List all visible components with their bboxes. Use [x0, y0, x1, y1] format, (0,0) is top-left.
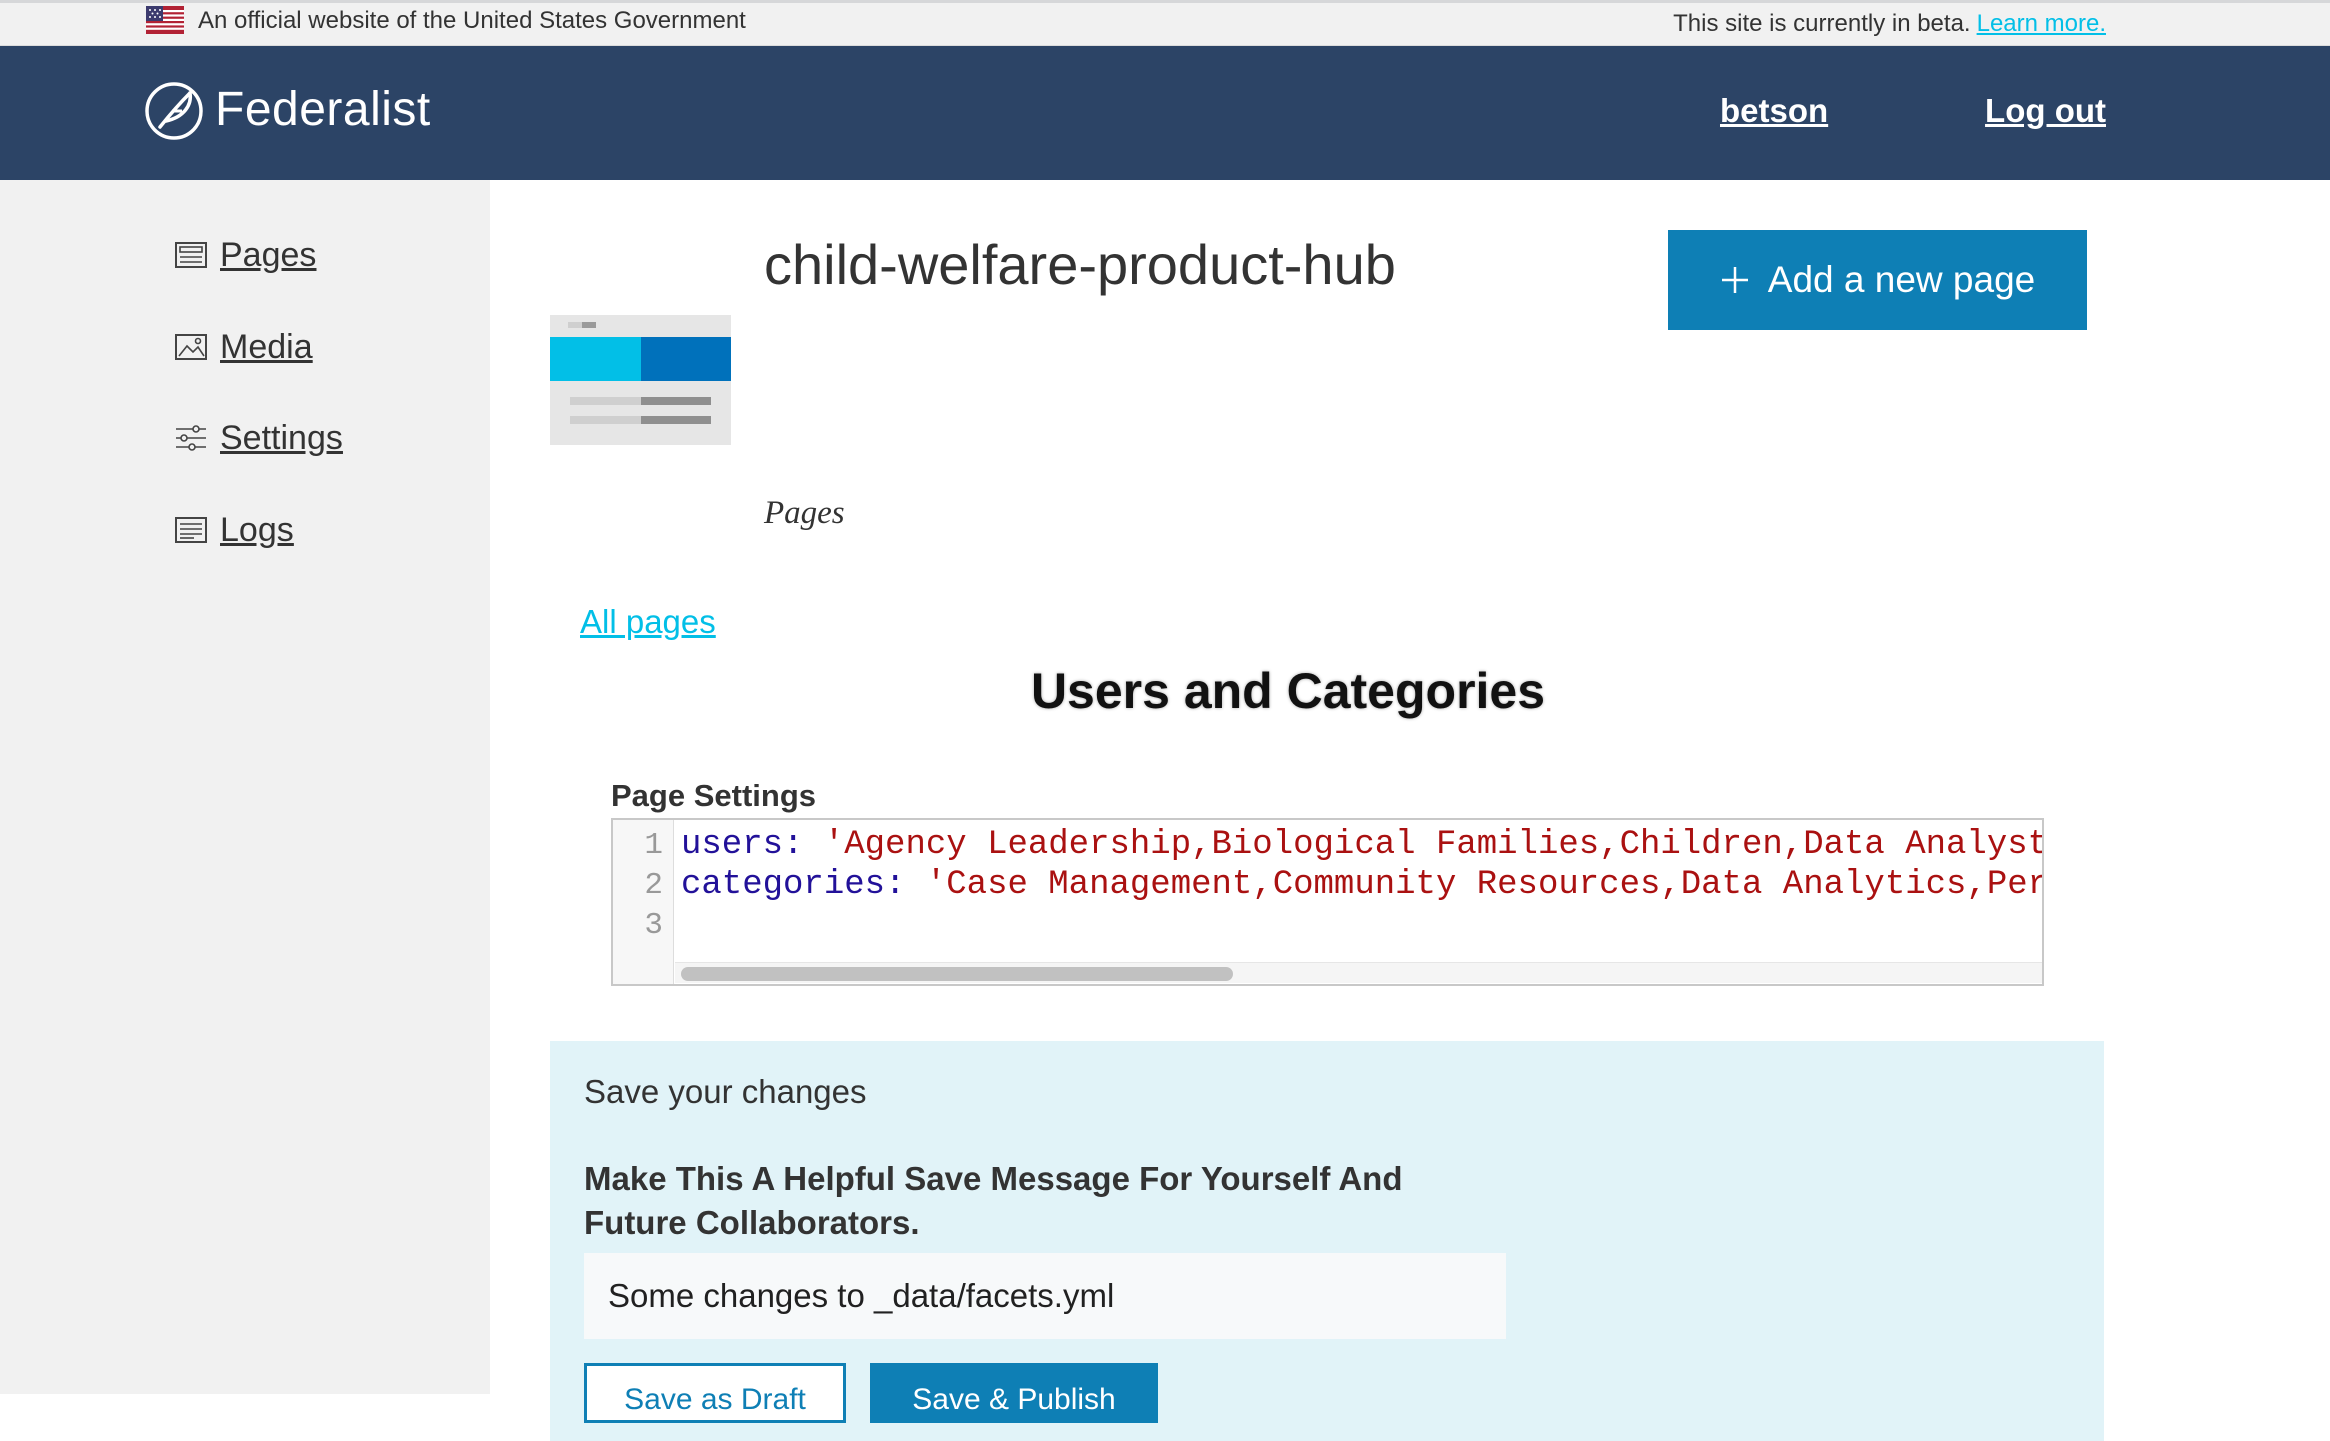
site-thumbnail: [550, 315, 731, 445]
page-settings-label: Page Settings: [611, 778, 816, 813]
save-message-input[interactable]: [584, 1253, 1506, 1339]
us-flag-icon: [146, 6, 184, 34]
line-number: 2: [644, 868, 663, 903]
beta-notice: This site is currently in beta. Learn mor…: [1673, 10, 2106, 38]
all-pages-link[interactable]: All pages: [580, 603, 716, 641]
line-number: 1: [644, 828, 663, 863]
sidebar-item-settings[interactable]: Settings: [174, 415, 343, 461]
sidebar-item-label: Pages: [220, 235, 317, 274]
code-key: categories: [681, 866, 886, 904]
gov-banner-text: An official website of the United States…: [198, 7, 746, 34]
brand-name[interactable]: Federalist: [215, 82, 431, 137]
page-heading: Users and Categories: [1030, 663, 1546, 719]
save-panel: Save your changes Make This A Helpful Sa…: [550, 1041, 2104, 1441]
gov-banner: An official website of the United States…: [0, 0, 2330, 46]
save-message-label: Make This A Helpful Save Message For You…: [584, 1160, 1403, 1241]
code-line[interactable]: users: 'Agency Leadership,Biological Fam…: [681, 826, 2044, 864]
line-number: 3: [644, 908, 663, 943]
sidebar-item-label: Logs: [220, 510, 294, 549]
logout-link[interactable]: Log out: [1985, 92, 2106, 130]
save-panel-title: Save your changes: [584, 1073, 867, 1110]
federalist-logo-icon[interactable]: [144, 81, 204, 141]
save-draft-button[interactable]: Save as Draft: [584, 1363, 846, 1423]
pages-icon: [175, 242, 207, 268]
site-header: Federalist betson Log out: [0, 46, 2330, 180]
sidebar-item-logs[interactable]: Logs: [174, 507, 294, 553]
page-settings-code-editor[interactable]: 1 2 3 users: 'Agency Leadership,Biologic…: [611, 818, 2044, 986]
sidebar-item-media[interactable]: Media: [174, 324, 313, 370]
settings-sliders-icon: [176, 425, 206, 451]
beta-notice-text: This site is currently in beta.: [1673, 10, 1971, 37]
sidebar-item-pages[interactable]: Pages: [174, 232, 316, 278]
code-line[interactable]: categories: 'Case Management,Community R…: [681, 866, 2044, 904]
plus-icon: [1721, 267, 1748, 293]
editor-gutter: 1 2 3: [613, 820, 674, 984]
sidebar: Pages Media Settings Logs: [0, 180, 490, 1394]
sidebar-item-label: Settings: [220, 418, 343, 457]
scrollbar-thumb[interactable]: [681, 967, 1233, 981]
sidebar-item-label: Media: [220, 327, 313, 366]
section-label: Pages: [764, 495, 845, 531]
add-new-page-button[interactable]: Add a new page: [1668, 230, 2087, 330]
user-link[interactable]: betson: [1720, 92, 1828, 130]
code-key: users: [681, 826, 784, 864]
horizontal-scrollbar[interactable]: [675, 962, 2042, 983]
code-value: 'Agency Leadership,Biological Families,C…: [803, 826, 2044, 864]
code-punct: :: [885, 866, 906, 904]
add-new-page-label: Add a new page: [1767, 259, 2036, 300]
learn-more-link[interactable]: Learn more.: [1977, 10, 2106, 37]
save-publish-button[interactable]: Save & Publish: [870, 1363, 1158, 1423]
logs-icon: [175, 517, 207, 543]
media-icon: [175, 334, 207, 360]
site-title: child-welfare-product-hub: [764, 233, 1396, 296]
code-value: 'Case Management,Community Resources,Dat…: [905, 866, 2044, 904]
code-punct: :: [783, 826, 804, 864]
